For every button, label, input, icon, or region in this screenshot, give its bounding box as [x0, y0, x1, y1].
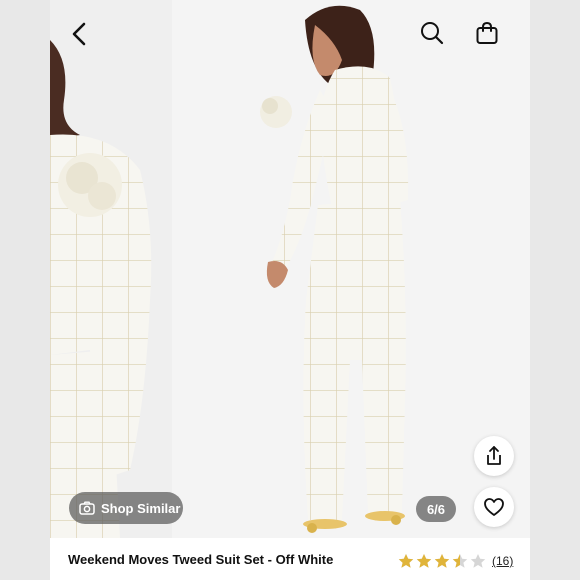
- favorite-button[interactable]: [474, 487, 514, 527]
- rating-stars: [398, 553, 486, 569]
- product-title: Weekend Moves Tweed Suit Set - Off White: [68, 552, 334, 567]
- shop-similar-button[interactable]: Shop Similar: [69, 492, 183, 524]
- shopping-bag-button[interactable]: [469, 15, 505, 51]
- chevron-left-icon: [72, 22, 86, 46]
- product-image[interactable]: [50, 0, 530, 538]
- star-icon: [434, 554, 450, 568]
- share-button[interactable]: [474, 436, 514, 476]
- star-icon: [398, 554, 414, 568]
- image-counter: 6/6: [416, 496, 456, 522]
- star-icon: [470, 554, 486, 568]
- heart-icon: [484, 498, 504, 516]
- product-info-bar: Weekend Moves Tweed Suit Set - Off White…: [50, 538, 530, 580]
- star-icon: [416, 554, 432, 568]
- product-gallery-frame: Shop Similar 6/6 Weekend Moves Tweed Sui…: [50, 0, 530, 580]
- shop-similar-label: Shop Similar: [101, 500, 181, 516]
- shopping-bag-icon: [476, 21, 498, 44]
- search-button[interactable]: [414, 15, 450, 51]
- star-icon: [452, 554, 468, 568]
- share-icon: [487, 446, 501, 465]
- search-icon: [421, 22, 444, 45]
- back-button[interactable]: [62, 16, 98, 52]
- review-count-link[interactable]: (16): [492, 554, 513, 568]
- camera-icon: [79, 501, 95, 515]
